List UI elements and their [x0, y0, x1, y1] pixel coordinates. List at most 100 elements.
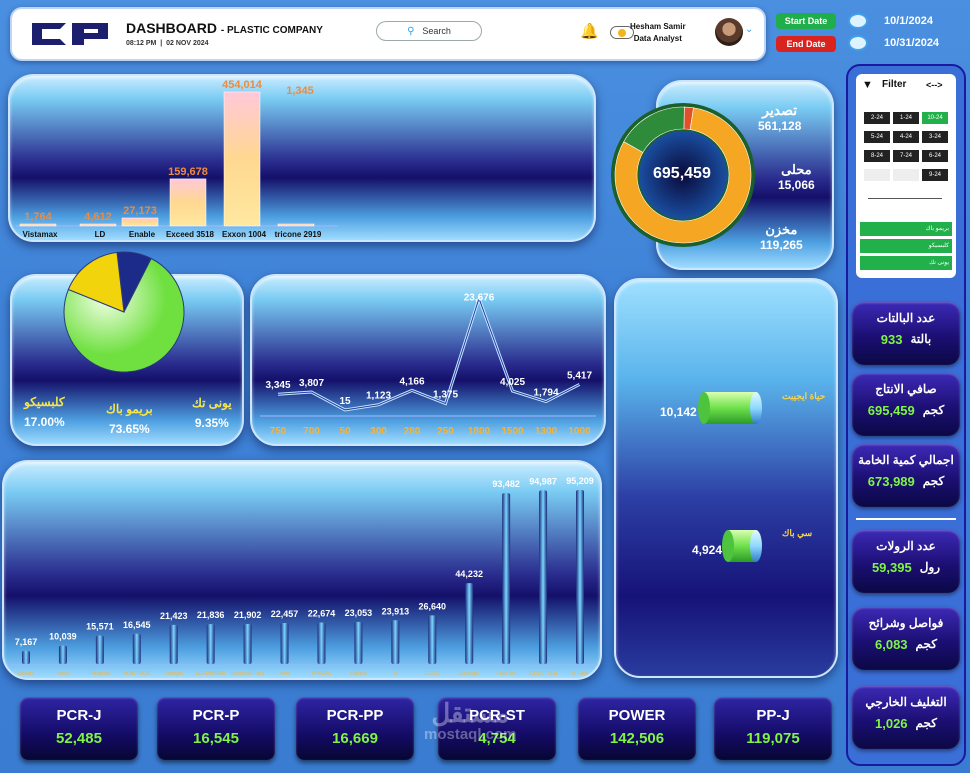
cylinder-label-sipack: سي باك [782, 528, 813, 538]
month-cell[interactable]: 6-24 [922, 150, 948, 162]
page-title: DASHBOARD - PLASTIC COMPANY [126, 20, 323, 36]
bar-value-label: 44,232 [455, 569, 483, 579]
calendar-icon[interactable] [848, 13, 868, 29]
x-tick-label: NOW PACK [123, 671, 151, 677]
month-cell[interactable]: 8-24 [864, 150, 890, 162]
bar-value-label: 94,987 [529, 476, 557, 486]
watermark: مستقل mostaql.com [424, 698, 517, 743]
x-tick-label: Enable [129, 230, 156, 239]
pie-label-classico: كلبسيكو 17.00% [24, 395, 65, 429]
month-cell[interactable]: 5-24 [864, 131, 890, 143]
bell-icon[interactable]: 🔔 [580, 22, 599, 40]
filter-item-classico[interactable]: كلبسيكو [860, 239, 952, 253]
card-pp-j[interactable]: PP-J 119,075 [714, 697, 832, 760]
x-tick-label: Exceed 3518 [166, 230, 215, 239]
x-tick-label: Dubark [18, 671, 35, 677]
bar-value-label: 15,571 [86, 622, 114, 632]
bar [243, 623, 252, 664]
month-cell[interactable] [864, 169, 890, 181]
point-value-label: 1,123 [366, 391, 391, 402]
point-value-label: 5,417 [567, 370, 592, 381]
x-tick-label: Exxon 1004 [222, 230, 267, 239]
thickness-line-chart: 3,345 750 3,807 700 15 50 1,123 300 4,166 280 1,37… [260, 292, 596, 437]
x-tick-label: Pack Bllt [496, 671, 516, 677]
card-power[interactable]: POWER 142,506 [578, 697, 696, 760]
search-input[interactable]: ⚲ Search [376, 21, 482, 41]
point-value-label: 3,807 [299, 378, 324, 389]
bar-value-label: 1,764 [24, 211, 52, 223]
month-cell[interactable]: 3-24 [922, 131, 948, 143]
x-tick-label: Envirope [459, 671, 479, 677]
bar [391, 620, 400, 664]
cylinder-value-hayat: 10,142 [660, 405, 697, 419]
filter-item-primopack[interactable]: بريمو باك [860, 222, 952, 236]
bar-value-label: 10,039 [49, 632, 77, 642]
filter-icon[interactable]: ▼ [862, 79, 873, 91]
bar-value-label: 21,423 [160, 611, 188, 621]
bar [169, 178, 207, 227]
card-pcr-j[interactable]: PCR-J 52,485 [20, 697, 138, 760]
x-tick-label: ECOS [425, 671, 440, 677]
kpi-outer-packaging: التغليف الخارجي 1,026 كجم [852, 686, 960, 749]
kpi-pallets: عدد البالتات 933 بالتة [852, 302, 960, 365]
bar-value-label: 7,167 [15, 637, 38, 647]
bar [465, 583, 474, 664]
x-tick-label: 50 [339, 426, 351, 437]
x-tick-label: 1000 [568, 426, 591, 437]
donut-legend-export: تصدير 561,128 [758, 102, 802, 133]
bar-value-label: 22,674 [308, 609, 336, 619]
point-value-label: 4,166 [399, 376, 424, 387]
chevron-down-icon[interactable]: ⌄ [745, 24, 753, 35]
x-tick-label: Ill Pack [572, 671, 589, 677]
card-pcr-p[interactable]: PCR-P 16,545 [157, 697, 275, 760]
bar [502, 493, 511, 664]
bar-value-label: 159,678 [168, 166, 208, 178]
bar-value-label: 21,902 [234, 610, 262, 620]
bar [280, 622, 289, 664]
month-cell[interactable]: 10-24 [922, 112, 948, 124]
donut-legend-store: مخزن 119,265 [760, 222, 803, 252]
month-cell[interactable]: 9-24 [922, 169, 948, 181]
bar [79, 223, 117, 227]
filter-item-unitech[interactable]: يونى تك [860, 256, 952, 270]
bar-value-label: 26,640 [419, 601, 447, 611]
donut-legend-local: محلى 15,066 [778, 162, 815, 192]
point-value-label: 23,676 [464, 292, 495, 303]
x-tick-label: tricone 2919 [275, 230, 322, 239]
company-logo [32, 23, 108, 45]
start-date-button[interactable]: Start Date [776, 13, 836, 29]
bar [169, 624, 178, 664]
bar [576, 490, 584, 664]
header-bar: DASHBOARD - PLASTIC COMPANY 08:12 PM | 0… [10, 7, 766, 61]
x-tick-label: Elixfeet [350, 671, 367, 677]
customers-bar-chart: 7,167 Dubark 10,039 Veres 15,571 Plasticolo 16… [8, 476, 598, 677]
card-pcr-pp[interactable]: PCR-PP 16,669 [296, 697, 414, 760]
bar-value-label: 1,345 [286, 85, 314, 97]
month-cell[interactable]: 2-24 [864, 112, 890, 124]
donut-center-value: 695,459 [653, 165, 711, 182]
start-date-value: 10/1/2024 [884, 15, 933, 27]
bar [58, 645, 67, 664]
kpi-rolls: عدد الرولات 59,395 رول [852, 530, 960, 593]
pie-label-unitech: يونى تك 9.35% [192, 396, 232, 430]
bar [223, 91, 261, 227]
filter-expand-icon[interactable]: <--> [926, 80, 943, 90]
calendar-icon[interactable] [848, 35, 868, 51]
bar [132, 633, 141, 664]
cylinder-bar-hayat [698, 392, 762, 424]
month-cell[interactable]: 7-24 [893, 150, 919, 162]
avatar[interactable] [715, 18, 743, 46]
materials-bar-chart: 1,764 Vistamax 4,612 LD 27,173 Enable 159,678 E… [16, 79, 338, 239]
x-tick-label: SEADHIRAM [196, 671, 226, 677]
bar-value-label: 23,913 [382, 606, 410, 616]
month-cell[interactable] [893, 169, 919, 181]
x-tick-label: Unilonnal Pack [231, 671, 265, 677]
search-icon: ⚲ [407, 25, 415, 37]
month-cell[interactable]: 1-24 [893, 112, 919, 124]
x-tick-label: ICOLOTTER [529, 671, 558, 677]
filter-title: Filter [882, 79, 907, 90]
end-date-button[interactable]: End Date [776, 36, 836, 52]
bar-value-label: 23,053 [345, 608, 373, 618]
x-tick-label: Plasticolo [89, 671, 111, 677]
month-cell[interactable]: 4-24 [893, 131, 919, 143]
